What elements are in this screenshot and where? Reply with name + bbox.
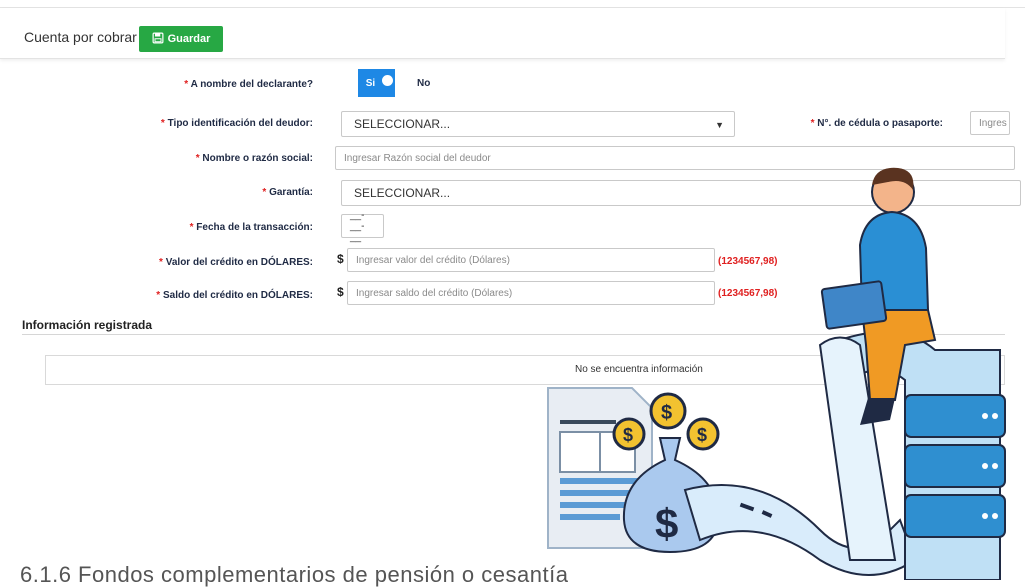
svg-text:$: $ xyxy=(655,500,678,547)
finance-illustration: $ $ $ $ xyxy=(547,167,1006,580)
svg-text:$: $ xyxy=(697,425,707,445)
server-stack-icon xyxy=(818,331,1006,580)
svg-text:$: $ xyxy=(623,425,633,445)
svg-text:$: $ xyxy=(661,402,672,424)
caption-text: 6.1.6 Fondos complementarios de pensión … xyxy=(20,562,569,587)
